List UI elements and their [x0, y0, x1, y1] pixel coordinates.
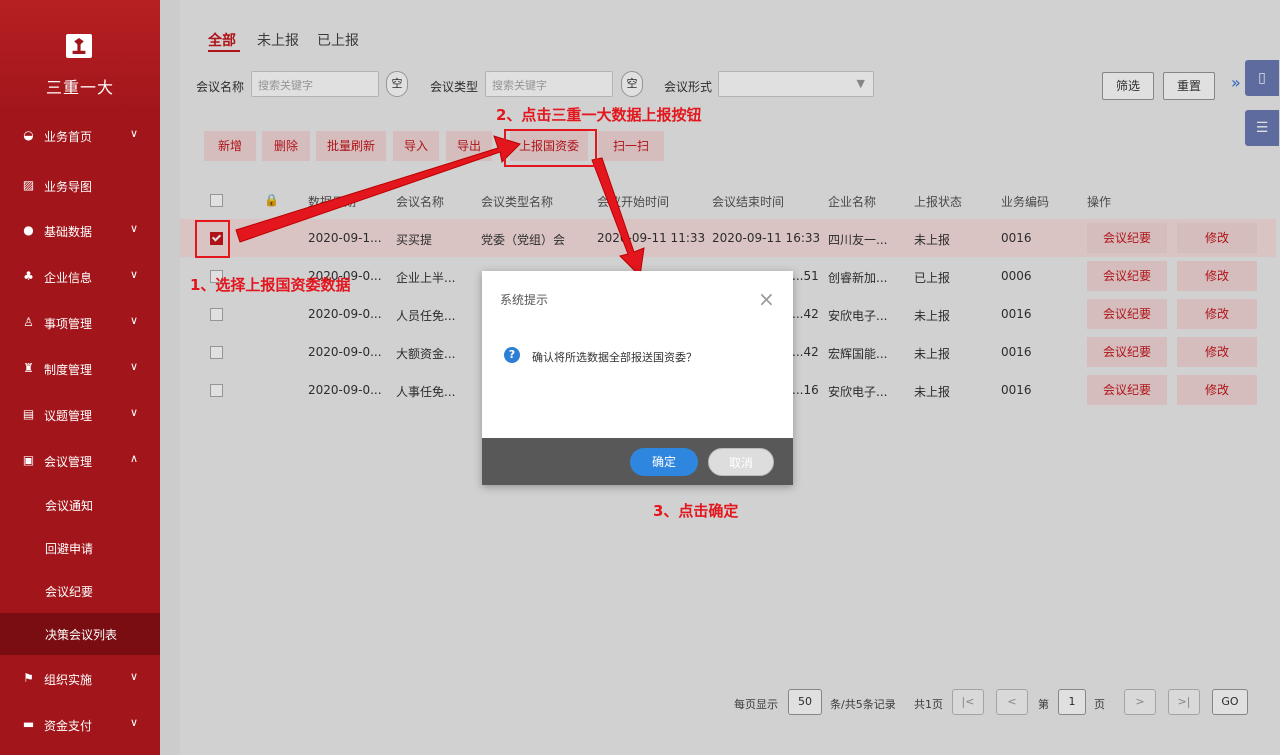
nav-item-business-map[interactable]: ▨ 业务导图 [0, 167, 160, 205]
flag-icon: ⚑ [23, 671, 34, 685]
nav-item-payment[interactable]: ▬ 资金支付 ∨ [0, 706, 160, 744]
nav-item-home[interactable]: ◒ 业务首页 ∨ [0, 117, 160, 155]
money-icon: ▬ [22, 717, 35, 731]
nav-label: 资金支付 [44, 719, 93, 733]
nav-label: 企业信息 [44, 271, 93, 285]
annotation-step2: 2、点击三重一大数据上报按钮 [496, 106, 702, 124]
nav-item-topics[interactable]: ▤ 议题管理 ∨ [0, 396, 160, 434]
sidebar-subitem-minutes[interactable]: 会议纪要 [0, 570, 160, 612]
home-icon: ◒ [23, 128, 34, 142]
annotation-step3: 3、点击确定 [653, 502, 739, 520]
nav-label: 基础数据 [44, 225, 93, 239]
logo-area: 三重一大 [0, 0, 160, 110]
annotation-step1: 1、选择上报国资委数据 [190, 276, 351, 294]
chevron-down-icon: ∨ [130, 314, 139, 327]
chevron-down-icon: ∨ [130, 222, 139, 235]
nav-item-rules[interactable]: ♜ 制度管理 ∨ [0, 350, 160, 388]
cancel-button[interactable]: 取消 [708, 448, 774, 476]
close-icon[interactable]: × [758, 289, 775, 309]
sidebar-subitem-recusal[interactable]: 回避申请 [0, 527, 160, 569]
nav-item-base-data[interactable]: ● 基础数据 ∨ [0, 212, 160, 250]
highlight-row-checkbox [195, 220, 230, 258]
nav-item-matters[interactable]: ♙ 事项管理 ∨ [0, 304, 160, 342]
nav-label: 制度管理 [44, 363, 93, 377]
person-icon: ♙ [23, 315, 34, 329]
confirm-button[interactable]: 确定 [630, 448, 698, 476]
chevron-down-icon: ∨ [130, 406, 139, 419]
building-icon: ♜ [23, 361, 34, 375]
chevron-down-icon: ∨ [130, 268, 139, 281]
sidebar-subitem-meeting-notice[interactable]: 会议通知 [0, 484, 160, 526]
chevron-down-icon: ∨ [130, 670, 139, 683]
subitem-label: 会议通知 [45, 499, 94, 513]
database-icon: ● [23, 223, 34, 237]
chart-icon: ▨ [22, 178, 35, 192]
question-icon: ? [504, 347, 520, 363]
nav-label: 业务导图 [44, 180, 93, 194]
list-icon: ▤ [22, 407, 35, 421]
sidebar: 三重一大 ◒ 业务首页 ∨ ▨ 业务导图 ● 基础数据 ∨ ♣ 企业信息 ∨ ♙… [0, 0, 160, 755]
app-title: 三重一大 [45, 78, 114, 97]
dialog-footer: 确定 取消 [482, 438, 793, 485]
chevron-down-icon: ∨ [130, 127, 139, 140]
nav-item-implementation[interactable]: ⚑ 组织实施 ∨ [0, 660, 160, 698]
chevron-down-icon: ∨ [130, 716, 139, 729]
nav-label: 业务首页 [44, 130, 93, 144]
dialog-message: 确认将所选数据全部报送国资委？ [532, 351, 697, 364]
chevron-down-icon: ∨ [130, 360, 139, 373]
logo-icon [66, 34, 92, 58]
confirm-dialog: 系统提示 × ? 确认将所选数据全部报送国资委？ 确定 取消 [482, 271, 793, 485]
sidebar-subitem-decision-list[interactable]: 决策会议列表 [0, 613, 160, 655]
users-icon: ♣ [23, 269, 34, 283]
nav-item-meetings[interactable]: ▣ 会议管理 ∧ [0, 442, 160, 480]
subitem-label: 决策会议列表 [45, 628, 118, 642]
nav-label: 议题管理 [44, 409, 93, 423]
subitem-label: 会议纪要 [45, 585, 94, 599]
nav-item-company-info[interactable]: ♣ 企业信息 ∨ [0, 258, 160, 296]
chevron-up-icon: ∧ [130, 452, 139, 465]
nav-label: 组织实施 [44, 673, 93, 687]
highlight-report-button [504, 129, 597, 167]
meeting-icon: ▣ [22, 453, 35, 467]
subitem-label: 回避申请 [45, 542, 94, 556]
nav-label: 事项管理 [44, 317, 93, 331]
nav-label: 会议管理 [44, 455, 93, 469]
dialog-title: 系统提示 [500, 293, 549, 307]
